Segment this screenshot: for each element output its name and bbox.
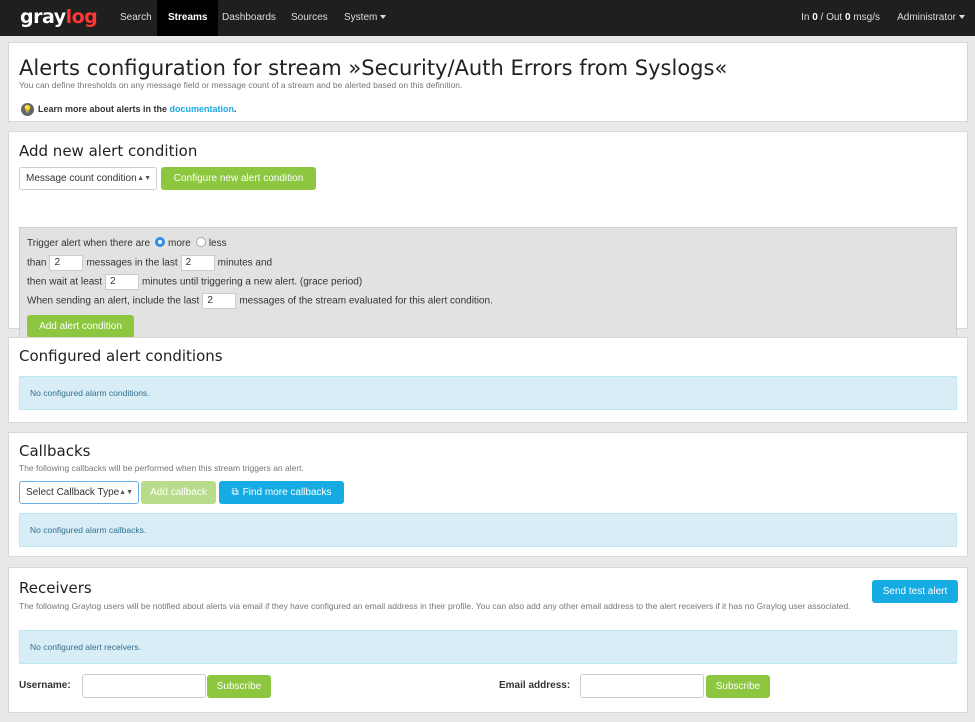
nav-system[interactable]: System <box>333 0 397 36</box>
include-suffix-label: messages of the stream evaluated for thi… <box>239 295 493 307</box>
radio-less[interactable] <box>195 237 206 247</box>
email-address-input[interactable] <box>580 674 704 698</box>
no-conditions-alert: No configured alarm conditions. <box>19 376 957 410</box>
section-title: Receivers <box>19 579 92 597</box>
section-title: Callbacks <box>19 442 91 460</box>
chevron-down-icon <box>959 15 965 20</box>
page-header-panel: Alerts configuration for stream »Securit… <box>8 42 968 122</box>
trigger-label: Trigger alert when there are <box>27 238 151 249</box>
wait-label: then wait at least <box>27 276 103 288</box>
documentation-link[interactable]: documentation <box>170 104 235 114</box>
subscribe-email-button[interactable]: Subscribe <box>706 675 770 698</box>
send-test-alert-button[interactable]: Send test alert <box>872 580 958 603</box>
section-title: Add new alert condition <box>19 142 198 160</box>
include-label: When sending an alert, include the last <box>27 295 200 307</box>
radio-more-label: more <box>168 238 191 249</box>
backlog-row: When sending an alert, include the last 2… <box>27 293 493 309</box>
learn-more-hint: 💡 Learn more about alerts in the document… <box>21 103 237 116</box>
logo-accent-text: log <box>65 6 98 28</box>
minutes-and-label: minutes and <box>217 257 273 269</box>
learn-more-end: . <box>234 103 237 114</box>
lightbulb-icon: 💡 <box>21 103 34 116</box>
nav-sources[interactable]: Sources <box>280 0 339 36</box>
nav-system-label: System <box>344 12 378 23</box>
backlog-input[interactable]: 2 <box>202 293 237 309</box>
receivers-description: The following Graylog users will be noti… <box>19 601 851 611</box>
trigger-row: Trigger alert when there are more less <box>27 237 227 249</box>
graylog-logo[interactable]: graylog <box>20 6 98 28</box>
throughput-unit: msg/s <box>850 12 880 23</box>
add-alert-condition-button[interactable]: Add alert condition <box>27 315 134 338</box>
top-navbar: graylog Search Streams Dashboards Source… <box>0 0 975 36</box>
configured-conditions-panel: Configured alert conditions No configure… <box>8 337 968 423</box>
callback-type-select[interactable]: Select Callback Type ▲▼ <box>19 481 139 504</box>
radio-more[interactable] <box>155 237 166 247</box>
configure-condition-button[interactable]: Configure new alert condition <box>161 167 316 190</box>
callbacks-panel: Callbacks The following callbacks will b… <box>8 432 968 557</box>
find-more-callbacks-label: Find more callbacks <box>242 487 332 498</box>
grace-row: then wait at least 2 minutes until trigger… <box>27 274 362 290</box>
username-input[interactable] <box>82 674 206 698</box>
condition-type-value: Message count condition <box>26 173 137 184</box>
learn-more-text: Learn more about alerts in the <box>38 103 170 114</box>
username-label: Username: <box>19 680 71 691</box>
condition-type-select[interactable]: Message count condition ▲▼ <box>19 167 157 190</box>
external-link-icon: ⧉ <box>231 487 239 498</box>
page-title: Alerts configuration for stream »Securit… <box>19 56 728 80</box>
logo-text: gray <box>20 6 66 28</box>
user-name: Administrator <box>897 12 956 23</box>
condition-form: Trigger alert when there are more less tha… <box>19 227 957 346</box>
threshold-row: than 2 messages in the last 2 minutes and <box>27 255 272 271</box>
callback-type-value: Select Callback Type <box>26 487 120 498</box>
messages-in-last-label: messages in the last <box>86 257 178 269</box>
select-arrows-icon: ▲▼ <box>137 175 151 182</box>
than-label: than <box>27 257 47 269</box>
find-more-callbacks-button[interactable]: ⧉ Find more callbacks <box>219 481 344 504</box>
radio-less-label: less <box>208 238 227 249</box>
user-menu[interactable]: Administrator <box>897 0 965 36</box>
no-receivers-alert: No configured alert receivers. <box>19 630 957 664</box>
callbacks-description: The following callbacks will be performe… <box>19 463 304 473</box>
throughput-indicator[interactable]: In 0 / Out 0 msg/s <box>801 0 880 36</box>
grace-period-input[interactable]: 2 <box>105 274 140 290</box>
chevron-down-icon <box>380 15 387 20</box>
page-description: You can define thresholds on any message… <box>19 80 463 90</box>
throughput-in-label: In <box>801 12 813 23</box>
add-alert-condition-panel: Add new alert condition Message count co… <box>8 131 968 346</box>
message-count-input[interactable]: 2 <box>49 255 84 271</box>
add-callback-button[interactable]: Add callback <box>141 481 216 504</box>
email-address-label: Email address: <box>499 680 571 691</box>
throughput-out-label: / Out <box>817 12 845 23</box>
nav-streams[interactable]: Streams <box>157 0 219 36</box>
nav-search[interactable]: Search <box>109 0 163 36</box>
nav-dashboards[interactable]: Dashboards <box>211 0 287 36</box>
receivers-panel: Receivers Send test alert The following … <box>8 567 968 713</box>
section-title: Configured alert conditions <box>19 347 223 365</box>
select-arrows-icon: ▲▼ <box>119 489 133 496</box>
no-callbacks-alert: No configured alarm callbacks. <box>19 513 957 547</box>
time-minutes-input[interactable]: 2 <box>180 255 215 271</box>
grace-suffix-label: minutes until triggering a new alert. (g… <box>142 276 363 288</box>
subscribe-username-button[interactable]: Subscribe <box>207 675 271 698</box>
